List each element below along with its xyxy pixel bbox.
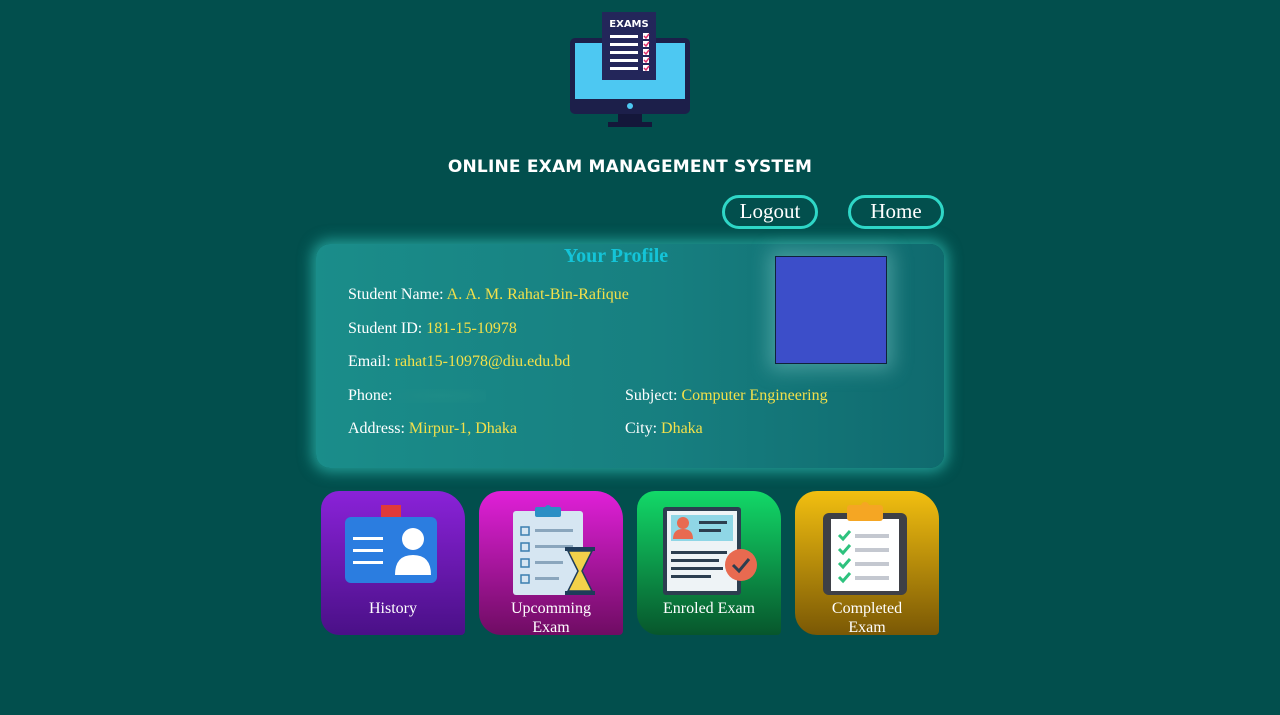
enrolled-exam-tile[interactable]: Enroled Exam — [637, 491, 781, 635]
profile-title: Your Profile — [563, 245, 669, 267]
email-field: Email: rahat15-10978@diu.edu.bd — [348, 353, 570, 371]
enrolled-exam-label: Enroled Exam — [663, 600, 755, 617]
completed-exam-tile[interactable]: Completed Exam — [795, 491, 939, 635]
avatar — [775, 256, 887, 364]
id-card-icon — [345, 505, 437, 583]
city-label: City: — [625, 420, 658, 437]
upcoming-exam-tile[interactable]: Upcomming Exam — [479, 491, 623, 635]
history-label: History — [369, 600, 417, 617]
logo-text: EXAMS — [609, 19, 648, 30]
address-label: Address: — [348, 420, 405, 437]
app-title: ONLINE EXAM MANAGEMENT SYSTEM — [447, 157, 813, 177]
student-name-label: Student Name: — [348, 286, 444, 303]
student-name-field: Student Name: A. A. M. Rahat-Bin-Rafique — [348, 286, 629, 304]
exams-monitor-icon: EXAMS — [570, 12, 690, 127]
upcoming-exam-label: Upcomming Exam — [511, 600, 591, 635]
phone-label: Phone: — [348, 387, 393, 404]
logout-button[interactable]: Logout — [722, 195, 818, 229]
clipboard-hourglass-icon — [513, 505, 595, 595]
address-value: Mirpur-1, Dhaka — [408, 420, 517, 437]
subject-field: Subject: Computer Engineering — [625, 387, 828, 405]
phone-field: Phone: — [348, 387, 487, 405]
student-id-label: Student ID: — [348, 320, 423, 337]
email-label: Email: — [348, 353, 391, 370]
profile-card: Your Profile Student Name: A. A. M. Raha… — [316, 244, 944, 468]
phone-value-redacted — [396, 389, 487, 404]
student-id-value: 181-15-10978 — [426, 320, 517, 337]
student-id-field: Student ID: 181-15-10978 — [348, 320, 517, 338]
home-button[interactable]: Home — [848, 195, 944, 229]
city-value: Dhaka — [661, 420, 703, 437]
city-field: City: Dhaka — [625, 420, 703, 438]
clipboard-checklist-icon — [823, 502, 907, 595]
subject-value: Computer Engineering — [681, 387, 828, 404]
profile-document-check-icon — [663, 507, 757, 595]
completed-exam-label: Completed Exam — [831, 600, 903, 635]
student-name-value: A. A. M. Rahat-Bin-Rafique — [446, 286, 629, 303]
address-field: Address: Mirpur-1, Dhaka — [348, 420, 517, 438]
history-tile[interactable]: History — [321, 491, 465, 635]
page: EXAMS ONLINE EXAM MANAGEMENT SYSTEM Logo… — [0, 0, 1280, 715]
email-value: rahat15-10978@diu.edu.bd — [394, 353, 571, 370]
subject-label: Subject: — [625, 387, 678, 404]
